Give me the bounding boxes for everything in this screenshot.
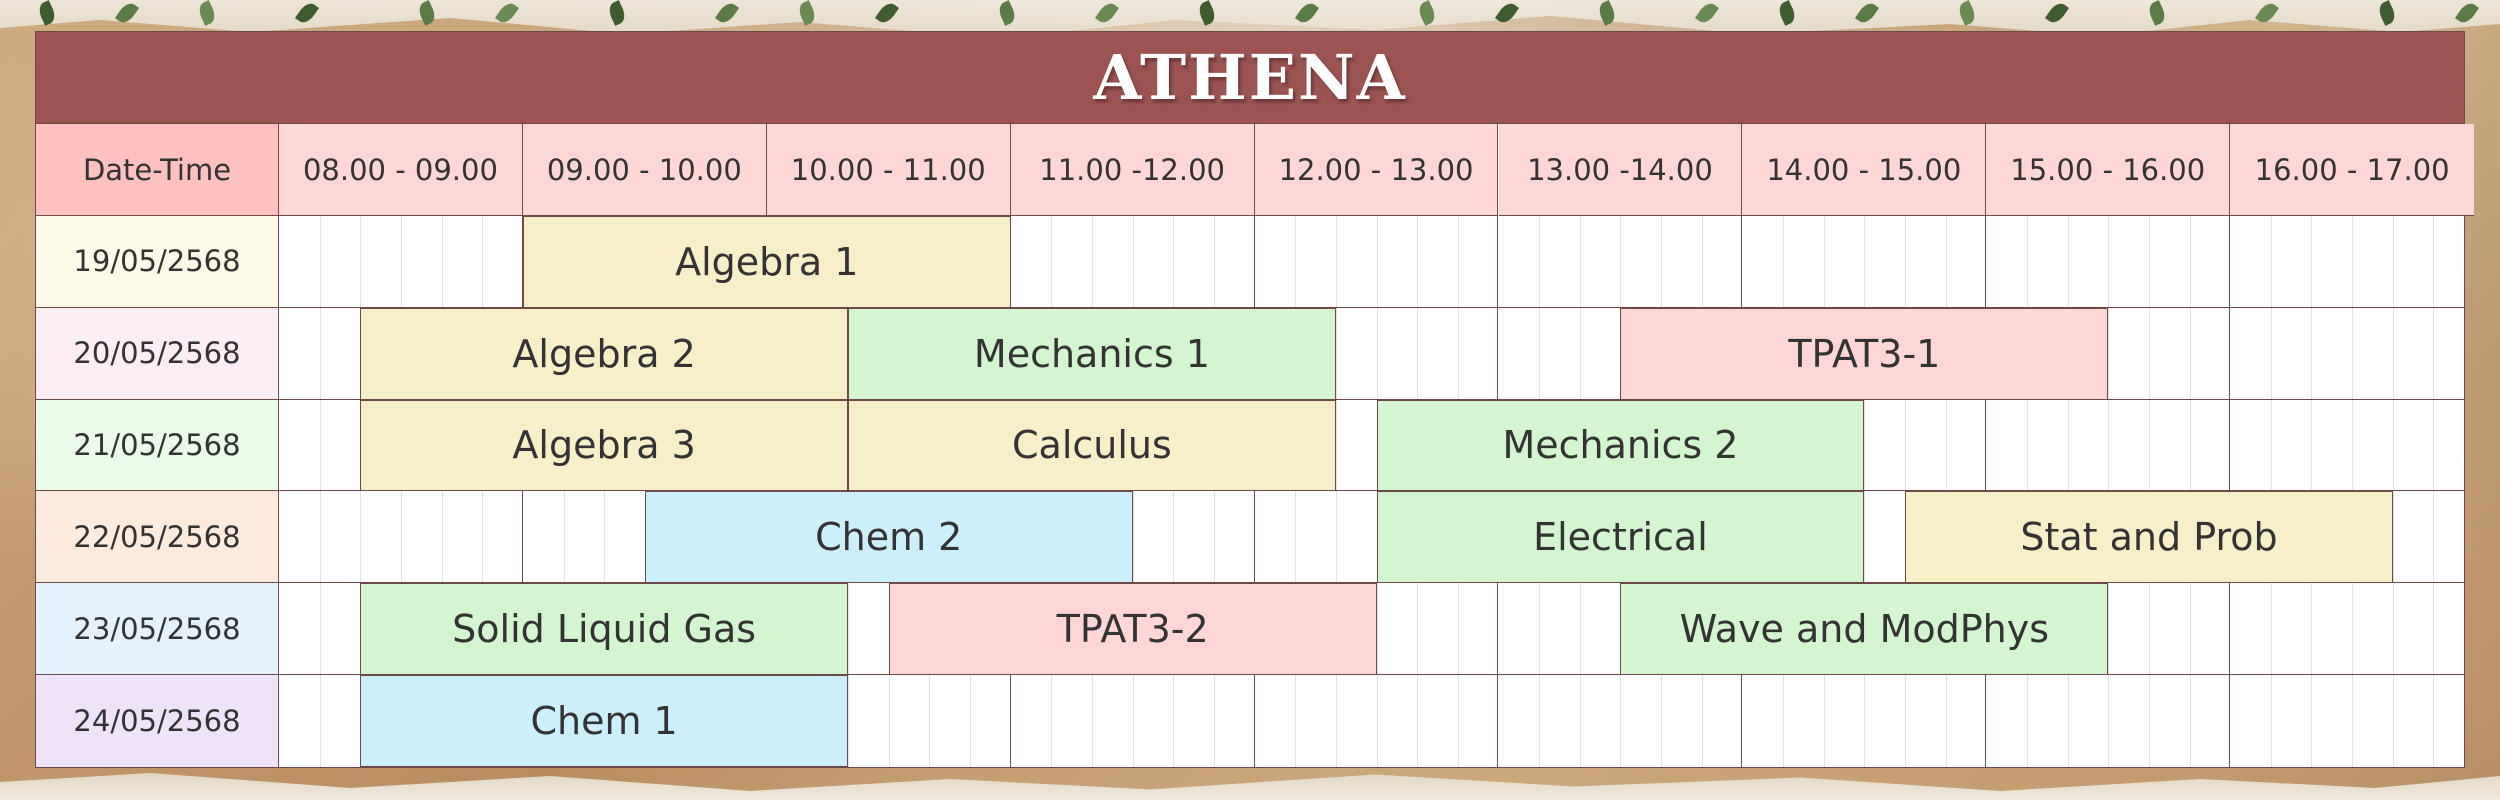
page-title: ATHENA: [1093, 41, 1407, 114]
sub-slot-line: [319, 216, 321, 767]
timetable: ATHENA Date-Time 08.00 - 09.00 09.00 - 10.…: [35, 31, 2475, 768]
subject-block[interactable]: Wave and ModPhys: [1620, 583, 2109, 675]
date-cell: 24/05/2568: [36, 675, 279, 767]
date-cell: 19/05/2568: [36, 216, 279, 308]
title-bar: ATHENA: [36, 32, 2464, 124]
subject-block[interactable]: Algebra 1: [522, 216, 1011, 308]
date-cell: 20/05/2568: [36, 307, 279, 400]
subject-block[interactable]: Algebra 2: [360, 307, 848, 400]
subject-block[interactable]: Algebra 3: [360, 399, 848, 492]
header-time-slot: 12.00 - 13.00: [1254, 124, 1499, 216]
header-time-slot: 11.00 -12.00: [1010, 124, 1255, 216]
subject-block[interactable]: Electrical: [1376, 491, 1865, 584]
subject-block[interactable]: Chem 1: [360, 675, 848, 767]
sub-slot-line: [1132, 216, 1134, 767]
header-time-slot: 13.00 -14.00: [1498, 124, 1743, 216]
date-cell: 21/05/2568: [36, 399, 279, 492]
subject-block[interactable]: Calculus: [848, 399, 1336, 492]
header-time-slot: 10.00 - 11.00: [766, 124, 1011, 216]
header-time-slot: 14.00 - 15.00: [1742, 124, 1987, 216]
header-time-slot: 08.00 - 09.00: [279, 124, 523, 216]
subject-block[interactable]: Solid Liquid Gas: [360, 583, 848, 675]
header-time-slot: 16.00 - 17.00: [2230, 124, 2475, 216]
sub-slot-line: [1213, 216, 1215, 767]
subject-block[interactable]: TPAT3-1: [1620, 307, 2109, 400]
sub-slot-line: [2392, 216, 2394, 767]
date-cell: 23/05/2568: [36, 583, 279, 675]
sub-slot-line: [1335, 216, 1337, 767]
subject-block[interactable]: TPAT3-2: [888, 583, 1377, 675]
header-date-time: Date-Time: [36, 124, 279, 216]
schedule-grid: Date-Time 08.00 - 09.00 09.00 - 10.00 10.00…: [36, 124, 2475, 767]
subject-block[interactable]: Mechanics 1: [848, 307, 1336, 400]
subject-block[interactable]: Chem 2: [644, 491, 1133, 584]
sub-slot-line: [2433, 216, 2435, 767]
subject-block[interactable]: Stat and Prob: [1905, 491, 2393, 584]
date-cell: 22/05/2568: [36, 491, 279, 584]
subject-block[interactable]: Mechanics 2: [1376, 399, 1865, 492]
sub-slot-line: [1295, 216, 1297, 767]
sub-slot-line: [1173, 216, 1175, 767]
header-time-slot: 09.00 - 10.00: [522, 124, 767, 216]
sub-slot-line: [1864, 216, 1866, 767]
torn-paper-bottom: [0, 773, 2500, 800]
header-time-slot: 15.00 - 16.00: [1986, 124, 2231, 216]
